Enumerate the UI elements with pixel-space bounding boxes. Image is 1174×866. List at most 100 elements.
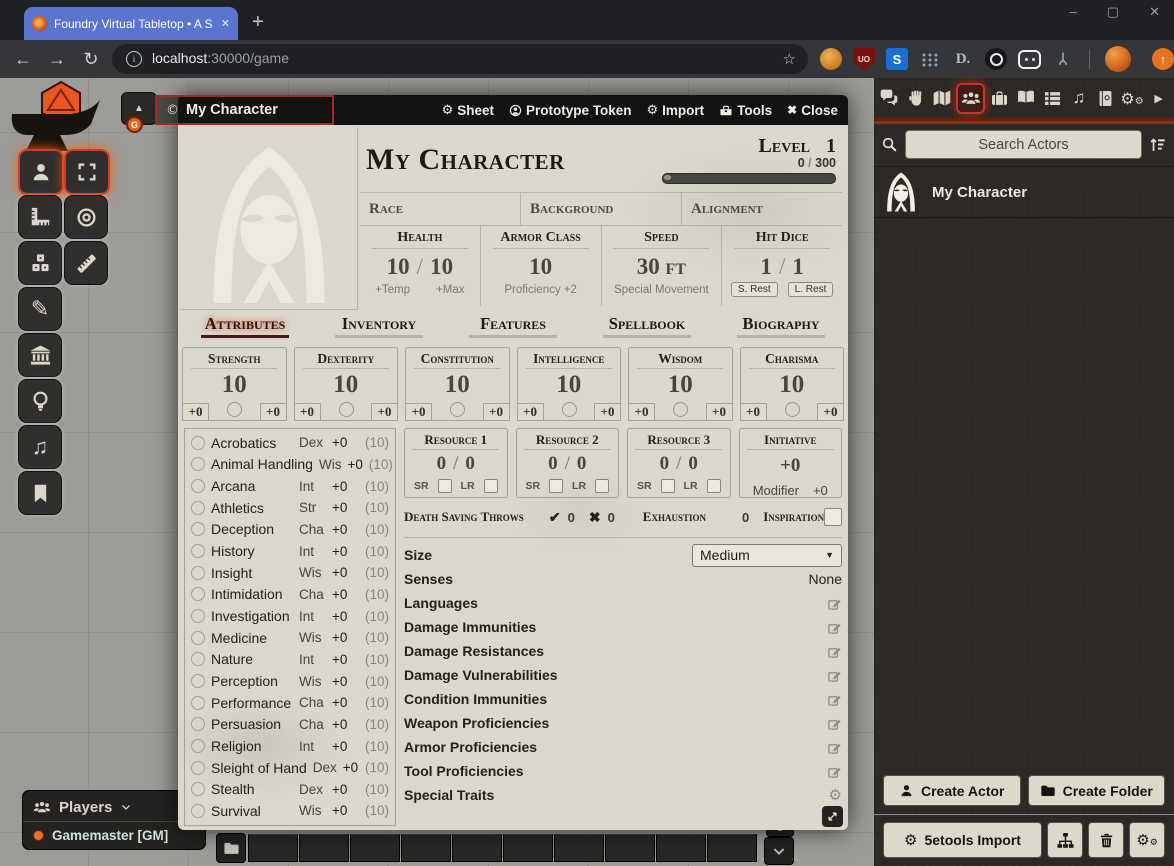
ability-label[interactable]: Constitution bbox=[414, 351, 500, 369]
tab-actors[interactable] bbox=[956, 83, 985, 114]
search-input[interactable] bbox=[905, 130, 1142, 159]
ability-label[interactable]: Strength bbox=[191, 351, 277, 369]
ability-score-input[interactable]: 10 bbox=[779, 371, 804, 399]
folder-tree-button[interactable] bbox=[1047, 822, 1083, 858]
reload-button[interactable]: ↻ bbox=[74, 49, 108, 70]
ability-score-input[interactable]: 10 bbox=[668, 371, 693, 399]
tab-close-icon[interactable]: ✕ bbox=[221, 17, 230, 30]
exhaustion-input[interactable]: 0 bbox=[742, 510, 749, 525]
actor-list-item[interactable]: My Character bbox=[874, 166, 1174, 218]
skill-proficiency-radio[interactable] bbox=[191, 652, 205, 666]
speed-value[interactable]: 30 ft bbox=[637, 254, 686, 280]
maximize-icon[interactable]: ▢ bbox=[1107, 4, 1119, 20]
cookie-extension-icon[interactable] bbox=[820, 48, 842, 70]
hotbar-page-down[interactable] bbox=[764, 837, 794, 865]
resource-label[interactable]: Resource 1 bbox=[412, 432, 499, 450]
sr-checkbox[interactable] bbox=[549, 479, 563, 493]
lr-checkbox[interactable] bbox=[707, 479, 721, 493]
tool-measure-controls[interactable] bbox=[18, 195, 62, 239]
hp-tempmax-label[interactable]: +Max bbox=[436, 284, 464, 296]
macro-slot[interactable] bbox=[452, 834, 502, 862]
tab-playlists[interactable]: ♫ bbox=[1066, 85, 1091, 112]
ability-proficiency-radio[interactable] bbox=[227, 402, 242, 417]
tool-token-controls[interactable] bbox=[18, 149, 64, 195]
resource-label[interactable]: Resource 3 bbox=[635, 432, 722, 450]
create-actor-button[interactable]: Create Actor bbox=[883, 775, 1021, 806]
ability-label[interactable]: Wisdom bbox=[637, 351, 723, 369]
claw-extension-icon[interactable] bbox=[1052, 48, 1074, 70]
close-window-button[interactable]: ✖Close bbox=[787, 103, 838, 118]
tab-journal[interactable] bbox=[1013, 85, 1038, 112]
character-name-input[interactable]: My Character bbox=[366, 143, 565, 177]
ublock-extension-icon[interactable]: UO bbox=[853, 48, 875, 70]
xp-value[interactable]: 0 bbox=[798, 156, 805, 170]
skill-name[interactable]: Stealth bbox=[211, 781, 293, 797]
5etools-import-button[interactable]: ⚙ 5etools Import bbox=[883, 822, 1042, 858]
skill-name[interactable]: Deception bbox=[211, 521, 293, 537]
race-field[interactable]: Race bbox=[360, 193, 521, 225]
skill-name[interactable]: Persuasion bbox=[211, 716, 293, 732]
ability-score-input[interactable]: 10 bbox=[222, 371, 247, 399]
initiative-label[interactable]: Initiative bbox=[747, 432, 834, 450]
create-folder-button[interactable]: Create Folder bbox=[1028, 775, 1166, 806]
macro-slot[interactable] bbox=[656, 834, 706, 862]
tool-sound-controls[interactable]: ♫ bbox=[18, 425, 62, 469]
robot-extension-icon[interactable] bbox=[1018, 50, 1041, 69]
lr-checkbox[interactable] bbox=[595, 479, 609, 493]
browser-tab[interactable]: Foundry Virtual Tabletop • A Stan ✕ bbox=[24, 7, 238, 40]
tool-note-controls[interactable] bbox=[18, 471, 62, 515]
macro-slot[interactable] bbox=[707, 834, 757, 862]
edit-icon[interactable] bbox=[827, 692, 842, 707]
tool-measure-distance[interactable] bbox=[64, 241, 108, 285]
sheet-tab[interactable]: Features bbox=[446, 312, 580, 344]
edit-icon[interactable] bbox=[827, 764, 842, 779]
sr-checkbox[interactable] bbox=[438, 479, 452, 493]
sheet-tab[interactable]: Inventory bbox=[312, 312, 446, 344]
skill-proficiency-radio[interactable] bbox=[191, 587, 205, 601]
skill-name[interactable]: Medicine bbox=[211, 630, 293, 646]
hd-current[interactable]: 1 bbox=[760, 254, 772, 280]
long-rest-button[interactable]: L. Rest bbox=[788, 282, 834, 297]
close-icon[interactable]: ✕ bbox=[1149, 4, 1160, 20]
prototype-token-button[interactable]: Prototype Token bbox=[509, 103, 632, 118]
ability-score-input[interactable]: 10 bbox=[556, 371, 581, 399]
minimize-icon[interactable]: – bbox=[1070, 4, 1077, 20]
skill-name[interactable]: Nature bbox=[211, 651, 293, 667]
alignment-field[interactable]: Alignment bbox=[682, 193, 842, 225]
d-extension-icon[interactable]: D. bbox=[952, 48, 974, 70]
skill-name[interactable]: Survival bbox=[211, 803, 293, 819]
ac-value[interactable]: 10 bbox=[529, 254, 552, 280]
skill-name[interactable]: Acrobatics bbox=[211, 435, 293, 451]
edit-icon[interactable] bbox=[827, 644, 842, 659]
address-bar[interactable]: i localhost:30000/game ☆ bbox=[112, 44, 808, 74]
resource-max-input[interactable]: 0 bbox=[577, 453, 587, 475]
ability-score-input[interactable]: 10 bbox=[333, 371, 358, 399]
macro-slot[interactable] bbox=[605, 834, 655, 862]
tool-target-tokens[interactable] bbox=[64, 195, 108, 239]
sheet-tab[interactable]: Spellbook bbox=[580, 312, 714, 344]
skill-proficiency-radio[interactable] bbox=[191, 501, 205, 515]
bookmark-star-icon[interactable]: ☆ bbox=[783, 50, 796, 68]
level-value[interactable]: 1 bbox=[826, 135, 836, 158]
hp-max-input[interactable]: 10 bbox=[430, 254, 453, 280]
skill-name[interactable]: Religion bbox=[211, 738, 293, 754]
resource-max-input[interactable]: 0 bbox=[688, 453, 698, 475]
edit-icon[interactable] bbox=[827, 596, 842, 611]
macro-slot[interactable] bbox=[401, 834, 451, 862]
grid-extension-icon[interactable] bbox=[919, 48, 941, 70]
ability-proficiency-radio[interactable] bbox=[450, 402, 465, 417]
skill-proficiency-radio[interactable] bbox=[191, 631, 205, 645]
ability-proficiency-radio[interactable] bbox=[339, 402, 354, 417]
ability-label[interactable]: Intelligence bbox=[526, 351, 612, 369]
site-info-icon[interactable]: i bbox=[126, 51, 142, 67]
tab-compendium[interactable] bbox=[1093, 85, 1118, 112]
skill-proficiency-radio[interactable] bbox=[191, 479, 205, 493]
tool-select-tokens[interactable] bbox=[64, 149, 110, 195]
ability-proficiency-radio[interactable] bbox=[562, 402, 577, 417]
skill-proficiency-radio[interactable] bbox=[191, 761, 205, 775]
skill-name[interactable]: Performance bbox=[211, 695, 293, 711]
configure-button[interactable]: ⚙⚙ bbox=[1129, 822, 1165, 858]
skill-name[interactable]: Perception bbox=[211, 673, 293, 689]
skill-name[interactable]: Sleight of Hand bbox=[211, 760, 307, 776]
stylus-extension-icon[interactable]: S bbox=[886, 48, 908, 70]
